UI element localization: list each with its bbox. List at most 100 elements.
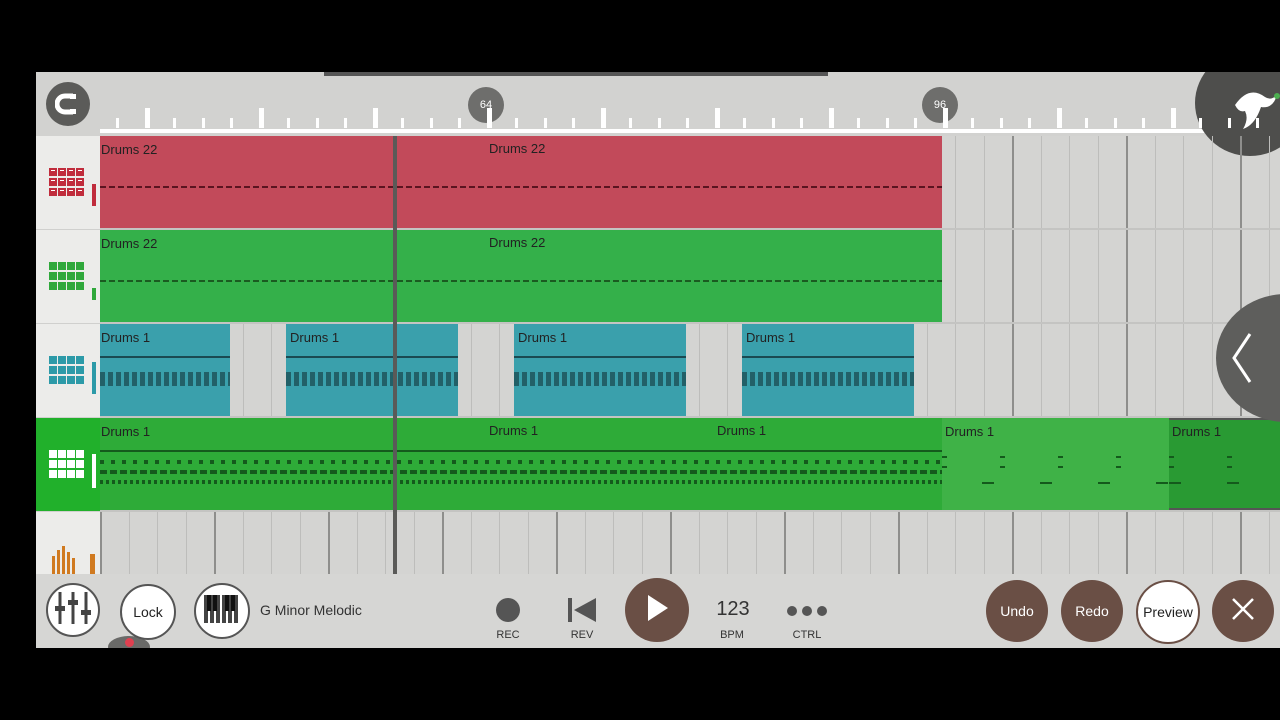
clip-label: Drums 22 [489,235,546,250]
clip-track3-1[interactable]: Drums 1 [100,324,230,416]
bottom-toolbar: Lock G Minor Melodic REC REV 123 BPM CTR… [36,574,1280,648]
clip-track3-3[interactable]: Drums 1 [514,324,686,416]
rec-label: REC [496,629,520,641]
undo-button[interactable]: Undo [986,580,1048,642]
clip-label: Drums 22 [489,141,546,156]
scale-button[interactable] [194,583,250,639]
track-area: Drums 22 Drums 22 Drums 22 Drums 22 Drum… [36,136,1280,574]
ruler-tick [942,108,948,128]
ruler-tick [828,108,834,128]
drum-pads-icon [49,168,89,203]
drum-pads-icon [49,450,89,485]
clip-track3-4[interactable]: Drums 1 [742,324,914,416]
ruler-tick [743,118,746,128]
clip-label: Drums 1 [717,423,767,438]
redo-button[interactable]: Redo [1061,580,1123,642]
track-head-3[interactable] [36,324,100,419]
magnet-snap-icon[interactable] [46,82,90,126]
lock-label: Lock [133,604,163,620]
bar-marker-96[interactable]: 96 [922,87,958,123]
redo-label: Redo [1075,603,1109,619]
track-volume-indicator [92,454,96,488]
rewind-icon[interactable] [568,598,598,627]
ruler-tick [629,118,632,128]
ruler-tick [1085,118,1088,128]
clip-label: Drums 1 [101,330,151,345]
lane-divider [100,510,1280,512]
clip-label: Drums 22 [101,236,158,251]
ruler-tick [1199,118,1202,128]
ctrl-label: CTRL [792,629,822,641]
ruler-tick [344,118,347,128]
ruler-tick [458,118,461,128]
ruler-tick [686,118,689,128]
clip-label: Drums 22 [101,142,158,157]
play-icon [646,594,668,626]
clip-label: Drums 1 [518,330,568,345]
ruler-tick [543,118,547,128]
track-head-2[interactable] [36,230,100,325]
clip-label: Drums 1 [945,424,995,439]
ruler-tick [971,118,974,128]
ruler-tick [315,118,319,128]
ruler-tick [572,118,575,128]
track-volume-indicator [92,184,96,206]
piano-keys-icon [204,594,240,628]
undo-label: Undo [1000,603,1034,619]
drum-pads-icon [49,356,89,391]
clip-track3-2[interactable]: Drums 1 [286,324,458,416]
collapse-panel-button[interactable] [1216,294,1280,422]
ruler-tick [372,108,378,128]
timeline-ruler[interactable]: 64 96 [36,72,1280,156]
track-head-1[interactable] [36,136,100,231]
rev-label: REV [570,629,594,641]
record-icon[interactable] [496,598,520,622]
ruler-tick [999,118,1003,128]
ruler-tick [1170,108,1176,128]
more-dots-icon[interactable] [786,604,828,622]
clip-label: Drums 1 [746,330,796,345]
ruler-tick [401,118,404,128]
ruler-tick [230,118,233,128]
drum-pads-icon [49,262,89,297]
ruler-tick [600,108,606,128]
ruler-tick [857,118,860,128]
clip-track4-3-label-holder[interactable]: Drums 1 [717,422,766,440]
clip-track1-2-label-holder[interactable]: Drums 22 [489,140,545,158]
ruler-tick [144,108,150,128]
ruler-tick [1056,108,1062,128]
bpm-label: BPM [720,629,744,641]
track-head-4-selected[interactable] [36,418,100,513]
lane-divider [100,322,1280,324]
track-volume-indicator [92,362,96,394]
clip-label: Drums 1 [1172,424,1222,439]
tempo-value[interactable]: 123 [708,598,758,621]
clip-track4-4[interactable]: Drums 1 [942,418,1170,510]
close-button[interactable] [1212,580,1274,642]
mixer-sliders-icon [54,591,92,629]
track-volume-indicator [92,288,96,300]
ruler-tick [1142,118,1145,128]
clip-track4-2-label-holder[interactable]: Drums 1 [489,422,538,440]
clip-track4-5[interactable]: Drums 1 [1169,418,1280,510]
ruler-tick [287,118,290,128]
ruler-baseline [100,129,1280,133]
ruler-tick [1113,118,1117,128]
ruler-tick [771,118,775,128]
track-head-5[interactable] [36,512,100,574]
ruler-tick [486,108,492,128]
ruler-tick [1028,118,1031,128]
lock-button[interactable]: Lock [120,584,176,640]
scale-name[interactable]: G Minor Melodic [260,602,362,618]
preview-label: Preview [1143,604,1193,620]
play-button[interactable] [625,578,689,642]
playhead[interactable] [393,136,397,574]
ruler-tick [914,118,917,128]
clip-track2-2-label-holder[interactable]: Drums 22 [489,234,545,252]
mixer-button[interactable] [46,583,100,637]
song-editor: 64 96 Drums 22 Drums 22 Drums 22 Drums 2… [36,72,1280,648]
clip-label: Drums 1 [290,330,340,345]
ruler-tick [714,108,720,128]
preview-button[interactable]: Preview [1136,580,1200,644]
clip-label: Drums 1 [101,424,151,439]
